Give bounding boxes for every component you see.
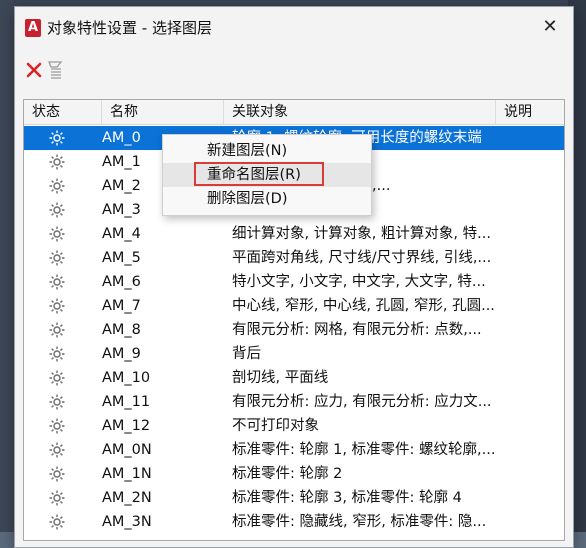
- table-row[interactable]: AM_0N 标准零件: 轮廓 1, 标准零件: 螺纹轮廓,...: [24, 438, 564, 462]
- layer-assoc-objects: 标准零件: 隐藏线, 窄形, 标准零件: 隐...: [232, 514, 487, 530]
- table-row[interactable]: AM_8 有限元分析: 网格, 有限元分析: 点数,...: [24, 318, 564, 342]
- table-row[interactable]: AM_10 剖切线, 平面线: [24, 366, 564, 390]
- gear-icon[interactable]: [48, 441, 66, 459]
- close-button[interactable]: ✕: [535, 13, 565, 41]
- dialog-title: 对象特性设置 - 选择图层: [47, 19, 212, 37]
- menu-item-delete-layer[interactable]: 删除图层(D): [163, 187, 371, 211]
- layer-name: AM_3: [102, 202, 141, 218]
- layer-assoc-objects: 平面跨对角线, 尺寸线/尺寸界线, 引线,...: [232, 250, 492, 266]
- gear-icon[interactable]: [48, 249, 66, 267]
- gear-icon[interactable]: [48, 201, 66, 219]
- layer-settings-dialog: A 对象特性设置 - 选择图层 ✕ 状态 名称 关联对象 说明 AM_0轮廓 1…: [14, 6, 574, 548]
- layer-name: AM_4: [102, 226, 141, 242]
- layer-name: AM_7: [102, 298, 141, 314]
- column-header-desc[interactable]: 说明: [496, 100, 564, 124]
- gear-icon[interactable]: [48, 513, 66, 531]
- layer-assoc-objects: 标准零件: 轮廓 1, 标准零件: 螺纹轮廓,...: [232, 442, 494, 458]
- layer-name: AM_5: [102, 250, 141, 266]
- layer-name: AM_2: [102, 178, 141, 194]
- merge-icon[interactable]: [47, 60, 65, 80]
- layer-assoc-objects: 不可打印对象: [232, 418, 319, 434]
- column-header-status[interactable]: 状态: [24, 100, 102, 124]
- layer-name: AM_0N: [102, 442, 152, 458]
- table-header: 状态 名称 关联对象 说明: [24, 100, 564, 125]
- gear-icon[interactable]: [48, 297, 66, 315]
- toolbar: [15, 47, 573, 93]
- gear-icon[interactable]: [48, 465, 66, 483]
- layer-name: AM_6: [102, 274, 141, 290]
- layer-name: AM_1: [102, 154, 141, 170]
- background-left: [0, 0, 14, 532]
- layer-name: AM_2N: [102, 490, 152, 506]
- layer-name: AM_11: [102, 394, 151, 410]
- gear-icon[interactable]: [48, 273, 66, 291]
- layer-name: AM_3N: [102, 514, 152, 530]
- table-row[interactable]: AM_6 特小文字, 小文字, 中文字, 大文字, 特...: [24, 270, 564, 294]
- column-header-name[interactable]: 名称: [102, 100, 224, 124]
- layer-assoc-objects: 特小文字, 小文字, 中文字, 大文字, 特...: [232, 274, 486, 290]
- layer-assoc-objects: 标准零件: 轮廓 2: [232, 466, 343, 482]
- gear-icon[interactable]: [48, 489, 66, 507]
- gear-icon[interactable]: [48, 393, 66, 411]
- title-bar: A 对象特性设置 - 选择图层 ✕: [15, 7, 573, 47]
- layer-name: AM_9: [102, 346, 141, 362]
- gear-icon[interactable]: [48, 153, 66, 171]
- table-row[interactable]: AM_12 不可打印对象: [24, 414, 564, 438]
- layer-assoc-objects: 中心线, 窄形, 中心线, 孔圆, 窄形, 孔圆...: [232, 298, 494, 314]
- layer-name: AM_8: [102, 322, 141, 338]
- table-row[interactable]: AM_4 细计算对象, 计算对象, 粗计算对象, 特...: [24, 222, 564, 246]
- table-row[interactable]: AM_1N 标准零件: 轮廓 2: [24, 462, 564, 486]
- table-row[interactable]: AM_7 中心线, 窄形, 中心线, 孔圆, 窄形, 孔圆...: [24, 294, 564, 318]
- gear-icon[interactable]: [48, 177, 66, 195]
- layer-name: AM_1N: [102, 466, 152, 482]
- table-row[interactable]: AM_3N 标准零件: 隐藏线, 窄形, 标准零件: 隐...: [24, 510, 564, 534]
- layer-assoc-objects: 背后: [232, 346, 261, 362]
- gear-icon[interactable]: [48, 345, 66, 363]
- gear-icon[interactable]: [48, 369, 66, 387]
- gear-icon[interactable]: [48, 321, 66, 339]
- highlight-box: [194, 162, 324, 186]
- gear-icon[interactable]: [48, 129, 66, 147]
- layer-assoc-objects: 剖切线, 平面线: [232, 370, 329, 386]
- column-header-assoc[interactable]: 关联对象: [224, 100, 496, 124]
- layer-name: AM_10: [102, 370, 151, 386]
- gear-icon[interactable]: [48, 225, 66, 243]
- delete-icon[interactable]: [25, 61, 43, 79]
- layer-assoc-objects: 细计算对象, 计算对象, 粗计算对象, 特...: [232, 226, 491, 242]
- layer-assoc-objects: 标准零件: 轮廓 3, 标准零件: 轮廓 4: [232, 490, 462, 506]
- layer-name: AM_0: [102, 130, 141, 146]
- layer-assoc-objects: 有限元分析: 网格, 有限元分析: 点数,...: [232, 322, 482, 338]
- menu-item-new-layer[interactable]: 新建图层(N): [163, 139, 371, 163]
- table-row[interactable]: AM_2N 标准零件: 轮廓 3, 标准零件: 轮廓 4: [24, 486, 564, 510]
- autocad-app-icon: A: [25, 19, 41, 37]
- layer-assoc-objects: 有限元分析: 应力, 有限元分析: 应力文...: [232, 394, 492, 410]
- layer-name: AM_12: [102, 418, 151, 434]
- table-row[interactable]: AM_11 有限元分析: 应力, 有限元分析: 应力文...: [24, 390, 564, 414]
- gear-icon[interactable]: [48, 417, 66, 435]
- table-row[interactable]: AM_5 平面跨对角线, 尺寸线/尺寸界线, 引线,...: [24, 246, 564, 270]
- table-row[interactable]: AM_9 背后: [24, 342, 564, 366]
